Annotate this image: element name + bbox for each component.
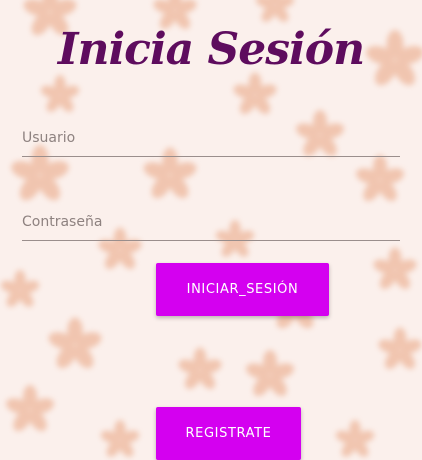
login-form: Inicia Sesión INICIAR_SESIÓN REGISTRATE [0, 0, 422, 460]
page-title: Inicia Sesión [57, 24, 365, 75]
username-field [22, 120, 400, 157]
login-button[interactable]: INICIAR_SESIÓN [156, 263, 329, 316]
register-button[interactable]: REGISTRATE [156, 407, 301, 460]
username-input[interactable] [22, 120, 400, 156]
password-input[interactable] [22, 204, 400, 240]
password-field [22, 204, 400, 241]
